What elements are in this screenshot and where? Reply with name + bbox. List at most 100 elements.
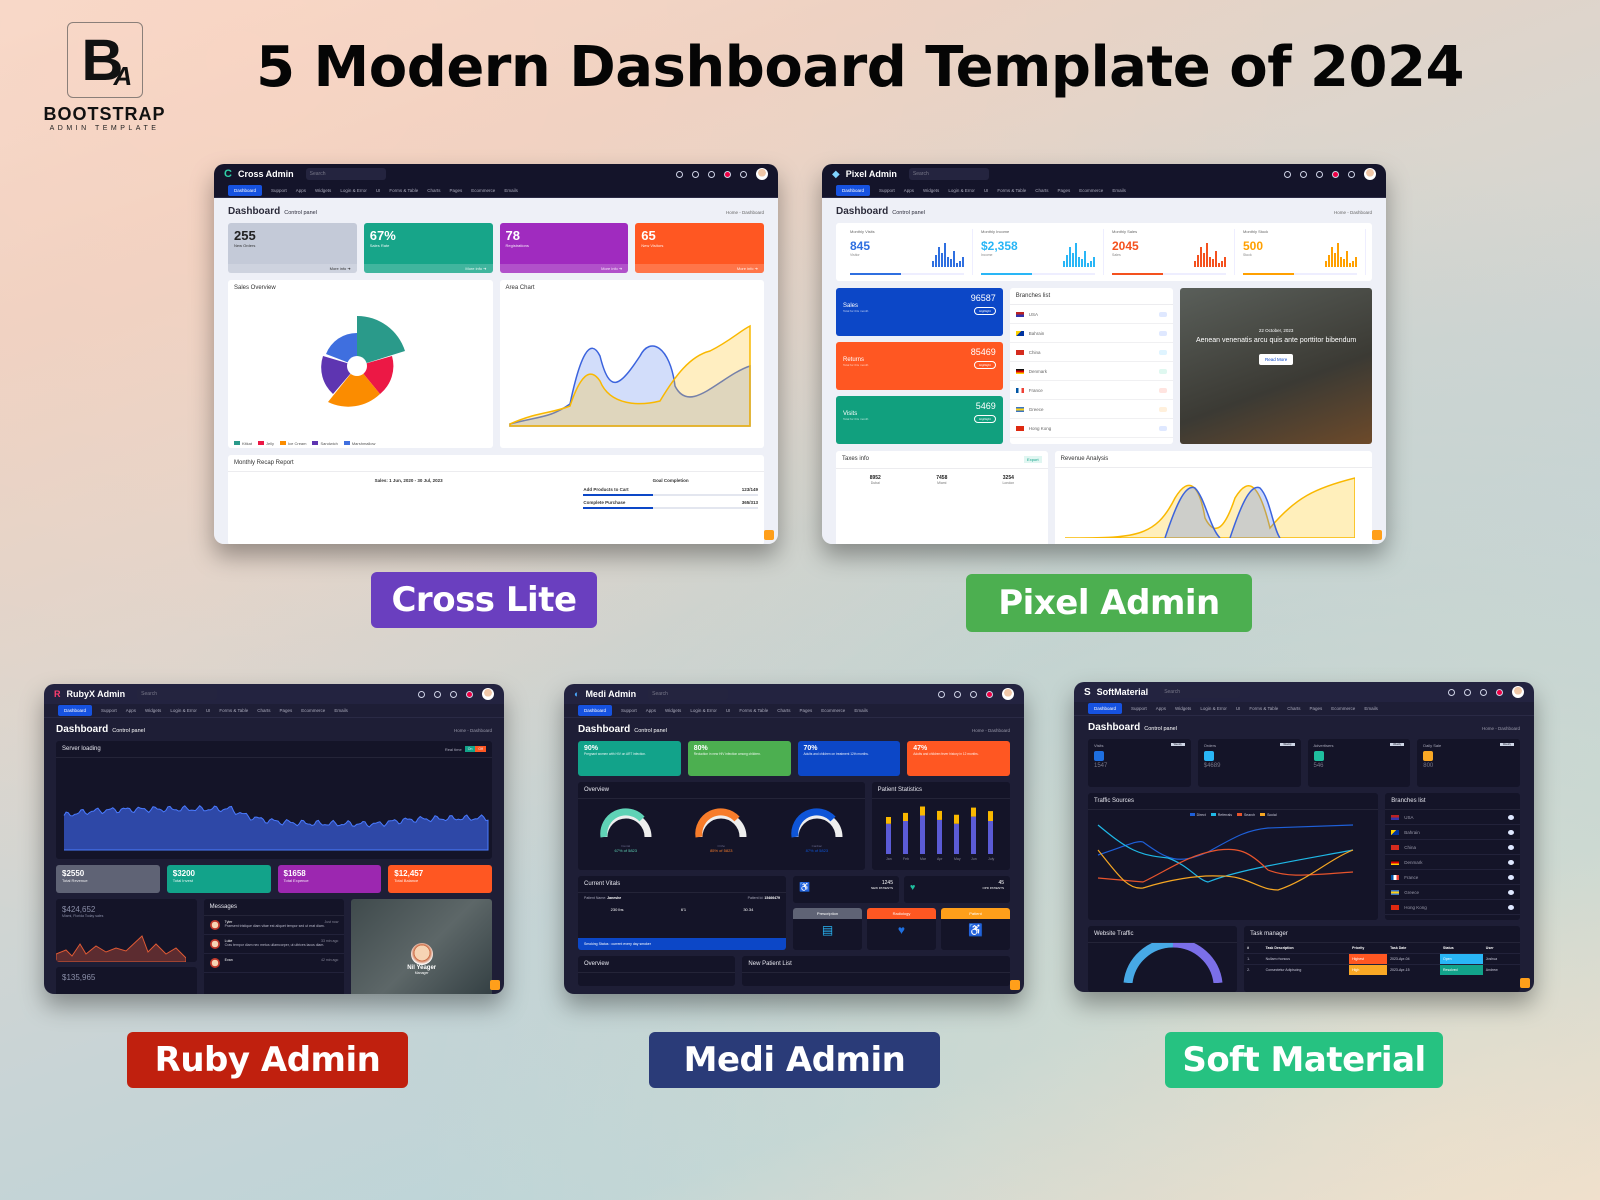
search-input[interactable]: Search [648, 688, 729, 700]
chat-icon[interactable] [970, 690, 977, 698]
nav-item-forms-table[interactable]: Forms & Table [1249, 706, 1278, 711]
fullscreen-icon[interactable] [1348, 170, 1355, 178]
service-button[interactable]: Prescription [792, 907, 862, 919]
branch-row[interactable]: Hong Kong [1009, 419, 1174, 438]
nav-item-support[interactable]: Support [621, 708, 637, 713]
on-toggle[interactable]: On [464, 746, 476, 752]
branch-row[interactable]: Denmark [1009, 362, 1174, 381]
nav-item-login-error[interactable]: Login & Error [690, 708, 717, 713]
nav-item-widgets[interactable]: Widgets [315, 188, 331, 193]
branch-row[interactable]: Bahrain [1385, 825, 1520, 840]
nav-item-forms-table[interactable]: Forms & Table [997, 188, 1026, 193]
search-input[interactable]: Search [137, 688, 218, 700]
nav-item-ecommerce[interactable]: Ecommerce [301, 708, 325, 713]
branch-row[interactable]: Bahrain [1009, 324, 1174, 343]
nav-item-widgets[interactable]: Widgets [665, 708, 681, 713]
highlight-button[interactable]: Highlight [974, 415, 996, 423]
stat-card[interactable]: 78 Registrations More info ➜ [499, 223, 629, 273]
nav-item-dashboard[interactable]: Dashboard [1088, 703, 1123, 714]
highlight-button[interactable]: Highlight [974, 361, 996, 369]
settings-toggle[interactable] [1010, 980, 1020, 990]
nav-item-support[interactable]: Support [101, 708, 117, 713]
avatar[interactable] [1512, 686, 1524, 698]
nav-item-emails[interactable]: Emails [1112, 188, 1126, 193]
sun-icon[interactable] [1448, 688, 1455, 696]
nav-item-apps[interactable]: Apps [296, 188, 306, 193]
table-row[interactable]: 1. Nullam rhoncus Highest 2023-Apr-04 Open Jo… [1244, 953, 1520, 965]
bell-icon[interactable] [692, 170, 699, 178]
branch-row[interactable]: France [1009, 381, 1174, 400]
bell-icon[interactable] [1464, 688, 1471, 696]
nav-item-ui[interactable]: UI [376, 188, 381, 193]
nav-item-login-error[interactable]: Login & Error [340, 188, 367, 193]
stat-card[interactable]: Monthly Sales 2045 Sales [1104, 229, 1235, 275]
service-card[interactable]: Prescription ▤ [792, 907, 862, 950]
nav-item-pages[interactable]: Pages [280, 708, 293, 713]
stat-card[interactable]: 255 New Orders More info ➜ [228, 223, 357, 273]
nav-item-dashboard[interactable]: Dashboard [836, 185, 871, 196]
settings-toggle[interactable] [1372, 530, 1382, 540]
search-input[interactable]: Search [1160, 686, 1241, 698]
stat-card[interactable]: Advertisers Weekly 546 [1307, 739, 1411, 787]
nav-item-ui[interactable]: UI [984, 188, 989, 193]
flag-icon[interactable] [1496, 688, 1503, 696]
stat-card[interactable]: Visits Weekly 1547 [1088, 739, 1191, 787]
branch-row[interactable]: China [1385, 840, 1520, 855]
more-info-link[interactable]: More info ➜ [499, 264, 629, 273]
template-preview-cross-lite[interactable]: C Cross Admin Search Dashboard Support App… [214, 164, 778, 544]
branch-row[interactable]: China [1009, 343, 1174, 362]
moon-icon[interactable] [676, 170, 683, 178]
avatar[interactable] [756, 168, 768, 180]
stat-card[interactable]: Orders Weekly $4689 [1197, 739, 1301, 787]
nav-item-apps[interactable]: Apps [904, 188, 914, 193]
nav-item-charts[interactable]: Charts [777, 708, 790, 713]
branch-row[interactable]: USA [1385, 810, 1520, 825]
nav-item-dashboard[interactable]: Dashboard [58, 705, 93, 716]
nav-item-emails[interactable]: Emails [1364, 706, 1378, 711]
nav-item-charts[interactable]: Charts [1035, 188, 1048, 193]
nav-item-apps[interactable]: Apps [126, 708, 136, 713]
settings-toggle[interactable] [764, 530, 774, 540]
nav-item-ecommerce[interactable]: Ecommerce [821, 708, 845, 713]
nav-item-emails[interactable]: Emails [334, 708, 348, 713]
service-button[interactable]: Patient [940, 907, 1010, 919]
message-item[interactable]: Luke 33 min ago Cras tempor diam nec metus… [203, 935, 345, 954]
table-row[interactable]: 2. Consectetur Adipiscing High 2023-Apr-15 R… [1244, 964, 1520, 975]
nav-item-support[interactable]: Support [879, 188, 895, 193]
stat-card[interactable]: $2550 Total Revenue [56, 865, 160, 893]
stat-card[interactable]: 90% Pregnant women with HIV on ART infect… [578, 741, 681, 776]
moon-icon[interactable] [1284, 170, 1291, 178]
nav-item-apps[interactable]: Apps [646, 708, 656, 713]
stat-card[interactable]: Daily Sale Weekly 800 [1417, 739, 1520, 787]
off-toggle[interactable]: Off [475, 746, 486, 752]
service-card[interactable]: Radiology ♥ [866, 907, 936, 950]
nav-item-emails[interactable]: Emails [504, 188, 518, 193]
flag-icon[interactable] [986, 690, 993, 698]
template-preview-pixel-admin[interactable]: ◆ Pixel Admin Search Dashboard Support Apps W… [822, 164, 1386, 544]
nav-item-forms-table[interactable]: Forms & Table [219, 708, 248, 713]
service-button[interactable]: Radiology [866, 907, 936, 919]
avatar[interactable] [482, 688, 494, 700]
search-input[interactable]: Search [305, 168, 386, 180]
nav-item-login-error[interactable]: Login & Error [170, 708, 197, 713]
nav-item-ecommerce[interactable]: Ecommerce [1079, 188, 1103, 193]
label-cross-lite[interactable]: Cross Lite [371, 572, 597, 628]
nav-item-ecommerce[interactable]: Ecommerce [1331, 706, 1355, 711]
branch-row[interactable]: Hong Kong [1385, 900, 1520, 915]
branch-row[interactable]: Greece [1385, 885, 1520, 900]
tile-card[interactable]: Sales Total for this month 96587 Highlight [836, 288, 1003, 336]
nav-item-charts[interactable]: Charts [257, 708, 270, 713]
nav-item-ui[interactable]: UI [726, 708, 731, 713]
nav-item-ui[interactable]: UI [206, 708, 211, 713]
branch-row[interactable]: Denmark [1385, 855, 1520, 870]
sun-icon[interactable] [938, 690, 945, 698]
settings-toggle[interactable] [1520, 978, 1530, 988]
bell-icon[interactable] [434, 690, 441, 698]
stat-card[interactable]: Monthly Visits 845 Visitor [842, 229, 973, 275]
nav-item-pages[interactable]: Pages [1058, 188, 1071, 193]
sun-icon[interactable] [418, 690, 425, 698]
nav-item-login-error[interactable]: Login & Error [948, 188, 975, 193]
flag-icon[interactable] [1332, 170, 1339, 178]
nav-item-apps[interactable]: Apps [1156, 706, 1166, 711]
nav-item-charts[interactable]: Charts [427, 188, 440, 193]
